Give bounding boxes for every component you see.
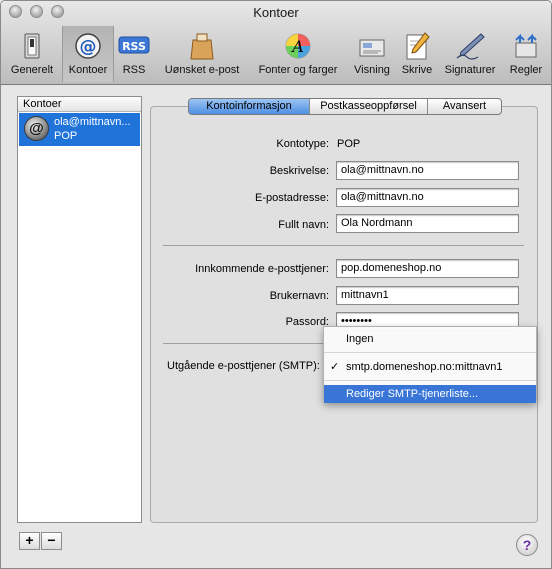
toolbar-item-visning[interactable]: Visning: [349, 26, 395, 82]
menu-item-none[interactable]: Ingen: [324, 330, 536, 348]
svg-text:RSS: RSS: [122, 40, 146, 53]
compose-pencil-icon: [406, 32, 430, 60]
color-font-icon: A: [285, 33, 311, 59]
rss-icon: RSS: [118, 36, 150, 54]
toolbar-item-junk[interactable]: Uønsket e-post: [156, 26, 248, 82]
tab-postkasseoppforsel[interactable]: Postkasseoppførsel: [309, 99, 427, 114]
email-address-field[interactable]: ola@mittnavn.no: [336, 188, 519, 207]
viewing-icon: [359, 39, 385, 57]
at-sign-icon: @: [75, 33, 101, 59]
full-name-field[interactable]: Ola Nordmann: [336, 214, 519, 233]
toolbar-item-label: Skrive: [401, 64, 433, 76]
toolbar-item-label: Kontoer: [68, 64, 108, 76]
switch-icon: [24, 33, 40, 59]
section-divider: [163, 343, 325, 344]
signature-pen-icon: [456, 33, 485, 60]
junk-bag-icon: [190, 33, 214, 60]
account-type-label: Kontotype:: [276, 138, 329, 150]
accounts-list-header: Kontoer: [18, 97, 141, 112]
toolbar-item-label: Uønsket e-post: [164, 64, 240, 76]
account-name: ola@mittnavn...: [54, 116, 131, 128]
email-address-label: E-postadresse:: [255, 192, 329, 204]
section-divider: [163, 245, 524, 246]
incoming-server-label: Innkommende e-posttjener:: [195, 263, 329, 275]
menu-item-edit-smtp-list[interactable]: Rediger SMTP-tjenerliste...: [324, 385, 536, 403]
add-account-button[interactable]: +: [19, 532, 40, 550]
toolbar-item-signaturer[interactable]: Signaturer: [439, 26, 501, 82]
menu-divider: [324, 352, 536, 353]
smtp-server-menu[interactable]: Ingen ✓ smtp.domeneshop.no:mittnavn1 Red…: [323, 326, 537, 403]
username-field[interactable]: mittnavn1: [336, 286, 519, 305]
menu-divider: [324, 380, 536, 381]
account-row[interactable]: @ ola@mittnavn... POP: [19, 113, 140, 146]
account-type: POP: [54, 130, 78, 142]
toolbar-item-label: Signaturer: [444, 64, 496, 76]
toolbar-item-generelt[interactable]: Generelt: [3, 26, 61, 82]
toolbar-item-label: Visning: [354, 64, 390, 76]
toolbar-item-label: Fonter og farger: [258, 64, 338, 76]
toolbar-item-regler[interactable]: Regler: [503, 26, 549, 82]
tab-bar: Kontoinformasjon Postkasseoppførsel Avan…: [188, 98, 502, 115]
menu-item-label: smtp.domeneshop.no:mittnavn1: [346, 361, 503, 373]
username-label: Brukernavn:: [269, 290, 329, 302]
title-toolbar-area: Kontoer Generelt @ Kontoer RSS RSS Uønsk…: [1, 1, 551, 85]
at-sign-icon: @: [24, 116, 49, 141]
window-title: Kontoer: [253, 5, 299, 20]
rules-icon: [515, 33, 537, 58]
full-name-label: Fullt navn:: [278, 219, 329, 231]
toolbar-item-label: Regler: [509, 64, 543, 76]
toolbar-item-label: Generelt: [10, 64, 54, 76]
tab-avansert[interactable]: Avansert: [427, 99, 501, 114]
toolbar-item-skrive[interactable]: Skrive: [397, 26, 437, 82]
svg-text:A: A: [290, 37, 304, 56]
toolbar-item-label: RSS: [122, 64, 146, 76]
svg-text:@: @: [80, 37, 97, 57]
help-button[interactable]: ?: [516, 534, 538, 556]
toolbar-item-fonts-colors[interactable]: A Fonter og farger: [251, 26, 345, 82]
toolbar-item-rss[interactable]: RSS RSS: [115, 26, 153, 82]
remove-account-button[interactable]: −: [41, 532, 62, 550]
menu-item-smtp-server[interactable]: ✓ smtp.domeneshop.no:mittnavn1: [324, 358, 536, 376]
description-label: Beskrivelse:: [269, 165, 329, 177]
preferences-toolbar: Generelt @ Kontoer RSS RSS Uønsket e-pos…: [1, 26, 551, 84]
preferences-window: Kontoer Generelt @ Kontoer RSS RSS Uønsk…: [0, 0, 552, 569]
accounts-list[interactable]: Kontoer @ ola@mittnavn... POP: [17, 96, 142, 523]
outgoing-server-label: Utgående e-posttjener (SMTP):: [167, 360, 320, 372]
tab-kontoinformasjon[interactable]: Kontoinformasjon: [189, 99, 309, 114]
account-type-value: POP: [337, 138, 361, 150]
description-field[interactable]: ola@mittnavn.no: [336, 161, 519, 180]
checkmark-icon: ✓: [330, 361, 340, 373]
incoming-server-field[interactable]: pop.domeneshop.no: [336, 259, 519, 278]
toolbar-item-kontoer[interactable]: @ Kontoer: [62, 26, 114, 82]
